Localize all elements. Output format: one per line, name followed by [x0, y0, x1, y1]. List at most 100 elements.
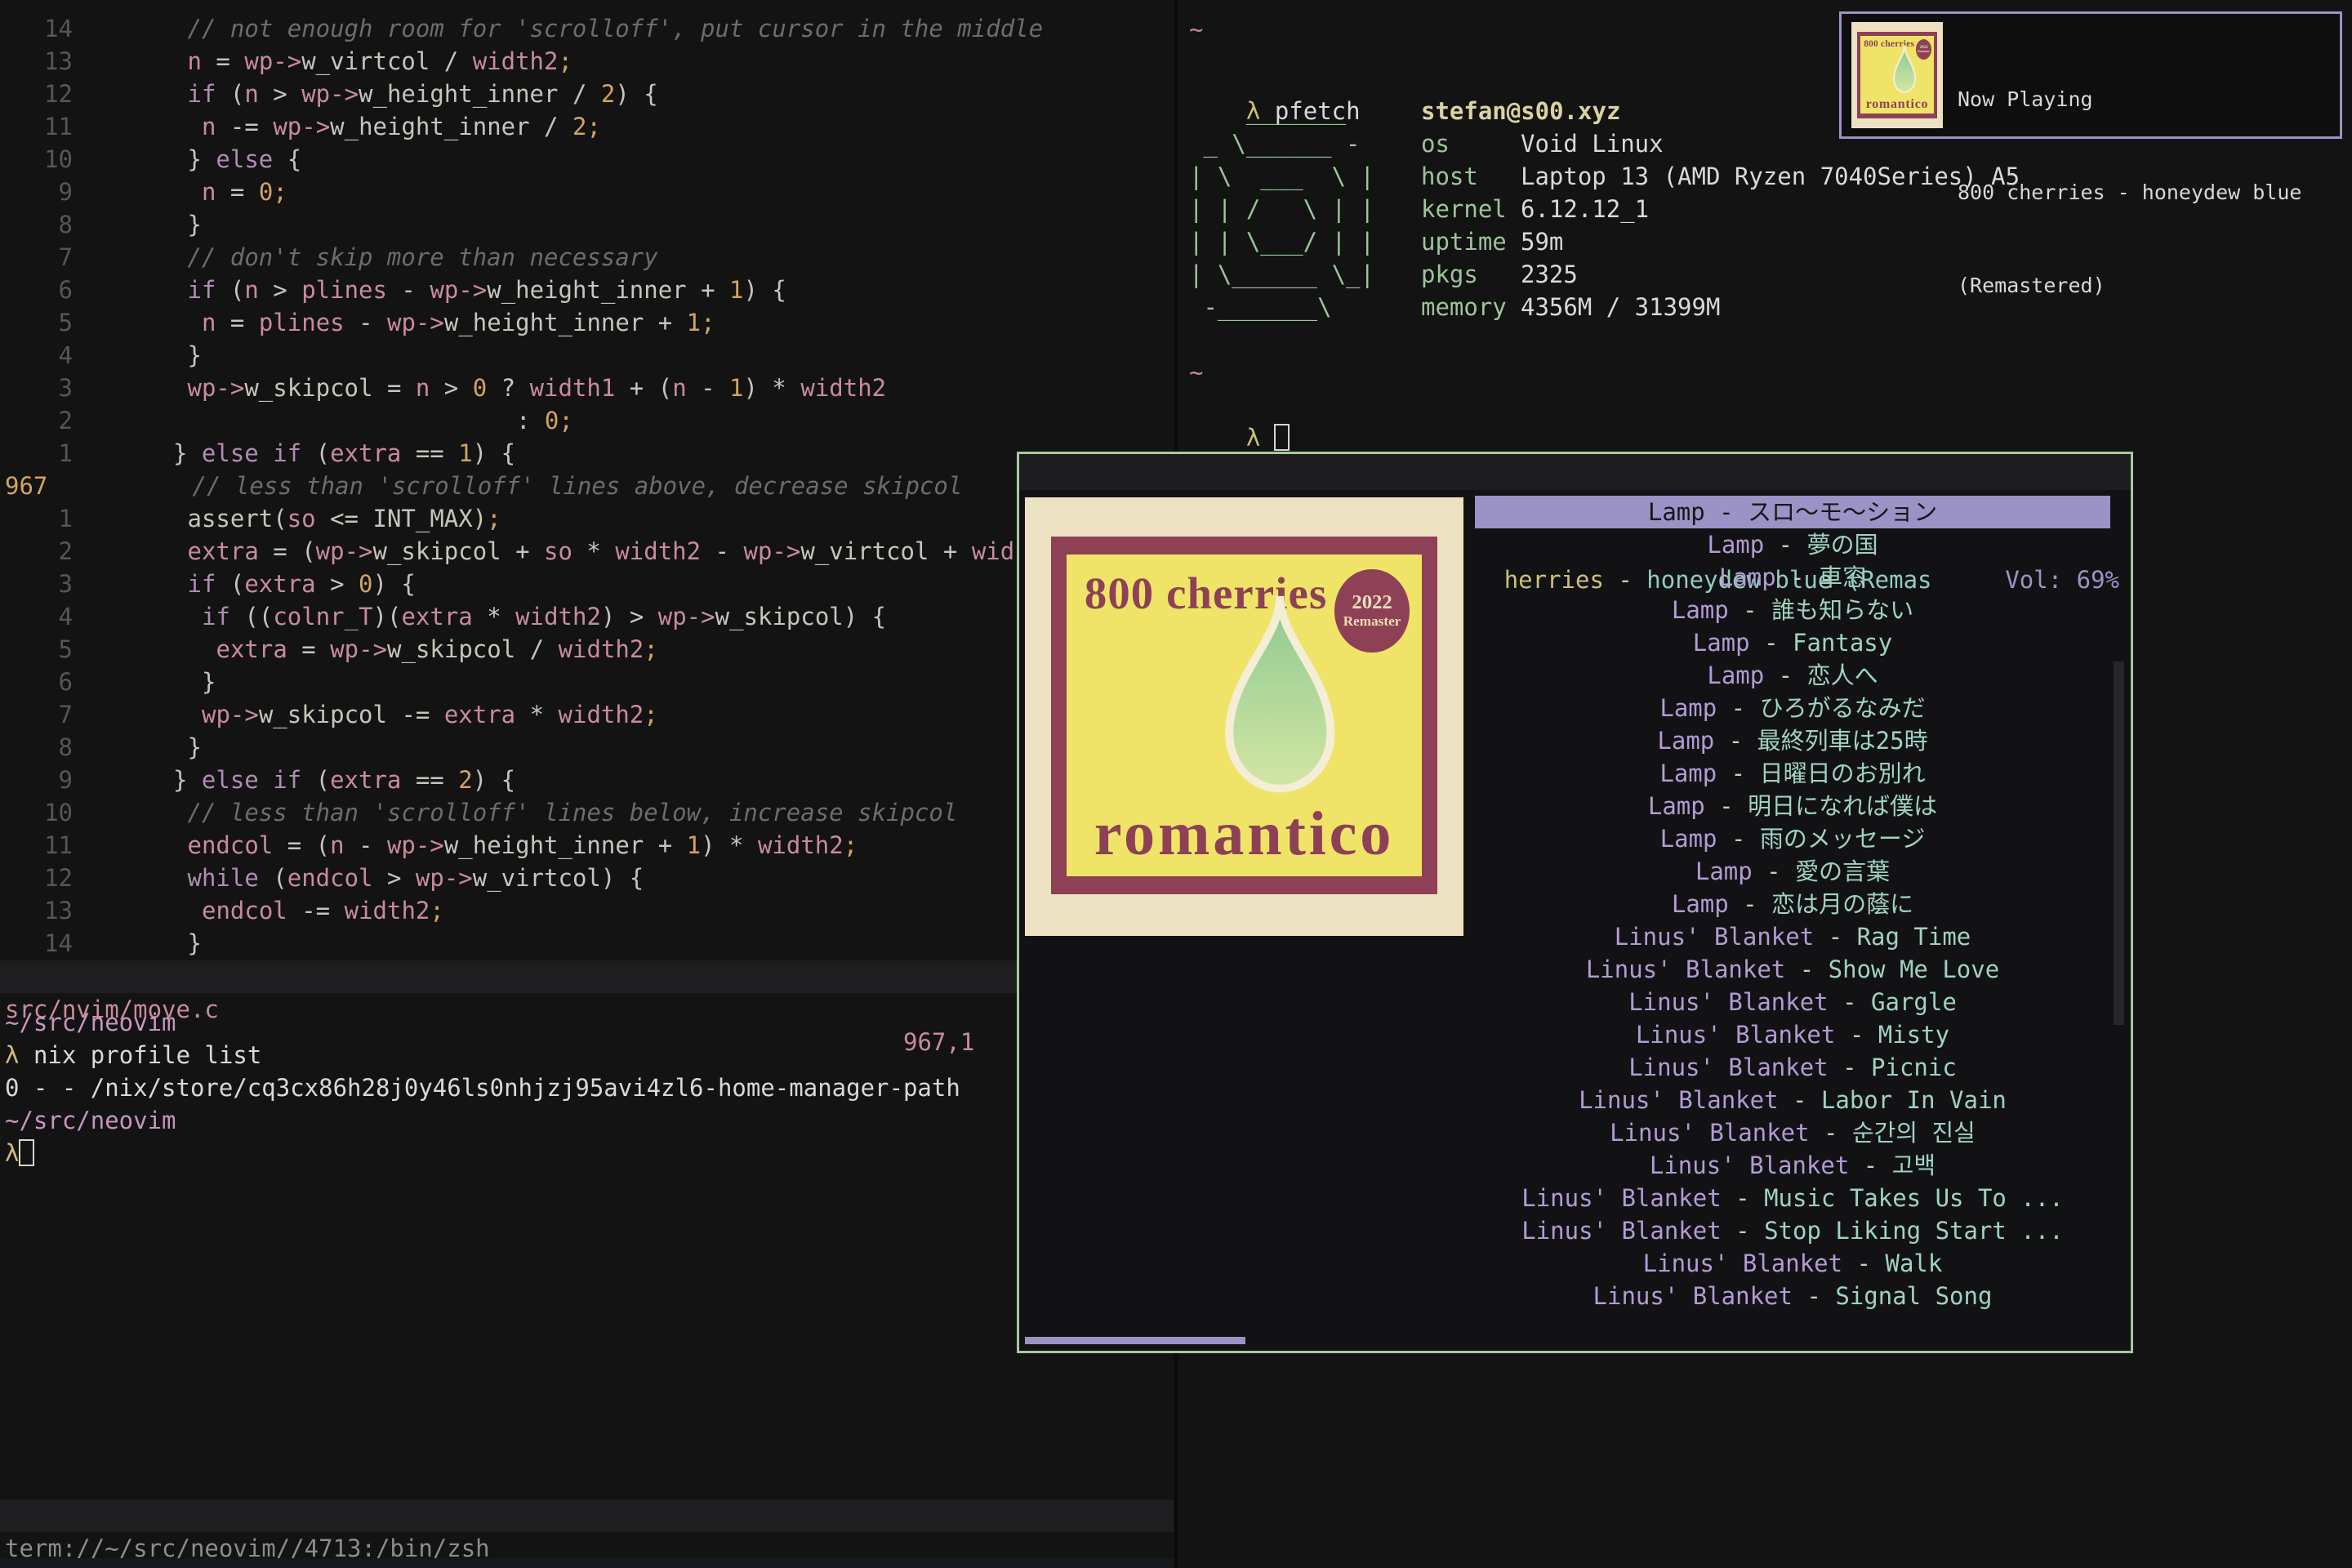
code-line[interactable]: 14// not enough room for 'scrolloff', pu…	[0, 12, 1174, 45]
track-row[interactable]: Lamp - 夢の国	[1475, 528, 2110, 561]
code-line[interactable]: 2extra = (wp->w_skipcol + so * width2 - …	[0, 535, 1174, 568]
line-number: 12	[0, 78, 73, 110]
track-row[interactable]: Linus' Blanket - Misty	[1475, 1018, 2110, 1051]
track-row[interactable]: Lamp - 誰も知らない	[1475, 594, 2110, 626]
code-line[interactable]: 9n = 0;	[0, 176, 1174, 208]
track-row[interactable]: Lamp - 雨のメッセージ	[1475, 822, 2110, 855]
pfetch-info: osVoid LinuxhostLaptop 13 (AMD Ryzen 704…	[1421, 127, 2020, 323]
track-row[interactable]: Lamp - スロ〜モ〜ション	[1475, 496, 2110, 528]
code-line[interactable]: 7// don't skip more than necessary	[0, 241, 1174, 274]
line-number: 13	[0, 45, 73, 78]
line-number: 2	[0, 404, 73, 437]
track-row[interactable]: Lamp - 明日になれば僕は	[1475, 790, 2110, 822]
code-line[interactable]: 1assert(so <= INT_MAX);	[0, 502, 1174, 535]
code-line[interactable]: 12if (n > wp->w_height_inner / 2) {	[0, 78, 1174, 110]
line-number: 14	[0, 12, 73, 45]
player-header: [Playing] herries - honeydew blue (Remas…	[1019, 454, 2131, 490]
album-art-thumbnail: 800 cherries 2022 Remaster	[1851, 22, 1943, 128]
code-line[interactable]: 6if (n > plines - wp->w_height_inner + 1…	[0, 274, 1174, 306]
track-row[interactable]: Lamp - Fantasy	[1475, 626, 2110, 659]
line-number: 7	[0, 241, 73, 274]
track-row[interactable]: Linus' Blanket - Labor In Vain	[1475, 1084, 2110, 1116]
track-row[interactable]: Linus' Blanket - Show Me Love	[1475, 953, 2110, 986]
track-row[interactable]: Lamp - 恋は月の蔭に	[1475, 888, 2110, 920]
pfetch-row: uptime59m	[1421, 225, 2020, 258]
code-line[interactable]: 13n = wp->w_virtcol / width2;	[0, 45, 1174, 78]
pfetch-void-logo: _______ _ \______ - | \ ___ \ | | | / \ …	[1189, 95, 1374, 323]
line-number: 6	[0, 274, 73, 306]
album-field: 800 cherries 2022 Remaster	[1860, 36, 1935, 114]
code-line[interactable]: 12while (endcol > wp->w_virtcol) {	[0, 862, 1174, 894]
code-line[interactable]: 3wp->w_skipcol = n > 0 ? width1 + (n - 1…	[0, 372, 1174, 404]
code-line[interactable]: 8}	[0, 731, 1174, 764]
code-line[interactable]: 2: 0;	[0, 404, 1174, 437]
shell-prompt: λ	[5, 1041, 19, 1069]
code-line[interactable]: 11n -= wp->w_height_inner / 2;	[0, 110, 1174, 143]
shell-prompt: λ	[5, 1139, 19, 1167]
album-title-text: romantico	[1067, 799, 1422, 870]
track-row[interactable]: Linus' Blanket - Walk	[1475, 1247, 2110, 1280]
cwd-path: ~	[1189, 13, 1203, 46]
code-line[interactable]: 4}	[0, 339, 1174, 372]
track-progress-bar[interactable]	[1025, 1337, 1245, 1344]
now-playing-notification[interactable]: 800 cherries 2022 Remaster	[1839, 11, 2342, 139]
track-row[interactable]: Linus' Blanket - Stop Liking Start ...	[1475, 1214, 2110, 1247]
code-line[interactable]: 6}	[0, 666, 1174, 698]
code-line[interactable]: 14}	[0, 927, 1174, 960]
track-row[interactable]: Lamp - ひろがるなみだ	[1475, 692, 2110, 724]
notification-title: Now Playing	[1958, 84, 2301, 115]
line-number: 4	[0, 600, 73, 633]
code-line[interactable]: 5n = plines - wp->w_height_inner + 1;	[0, 306, 1174, 339]
line-number: 8	[0, 208, 73, 241]
code-line[interactable]: 13endcol -= width2;	[0, 894, 1174, 927]
code-line[interactable]: 1} else if (extra == 1) {	[0, 437, 1174, 470]
terminal-cursor[interactable]	[1274, 424, 1290, 451]
track-row[interactable]: Linus' Blanket - Gargle	[1475, 986, 2110, 1018]
code-line[interactable]: 8}	[0, 208, 1174, 241]
track-row[interactable]: Lamp - 車窓	[1475, 561, 2110, 594]
line-number: 1	[0, 502, 73, 535]
code-line[interactable]: 4if ((colnr_T)(extra * width2) > wp->w_s…	[0, 600, 1174, 633]
code-buffer[interactable]: 14// not enough room for 'scrolloff', pu…	[0, 12, 1174, 960]
pfetch-row: hostLaptop 13 (AMD Ryzen 7040Series) A5	[1421, 160, 2020, 193]
code-line[interactable]: 10} else {	[0, 143, 1174, 176]
track-row[interactable]: Lamp - 日曜日のお別れ	[1475, 757, 2110, 790]
track-row[interactable]: Lamp - 愛の言葉	[1475, 855, 2110, 888]
line-number: 4	[0, 339, 73, 372]
music-player-window[interactable]: [Playing] herries - honeydew blue (Remas…	[1017, 452, 2133, 1353]
notification-detail: (Remastered)	[1958, 270, 2301, 301]
cwd-path: ~/src/neovim	[5, 1009, 176, 1036]
code-line[interactable]: 10// less than 'scrolloff' lines below, …	[0, 796, 1174, 829]
track-row[interactable]: Linus' Blanket - Rag Time	[1475, 920, 2110, 953]
pfetch-user-host: stefan@s00.xyz	[1421, 95, 1620, 127]
album-field: 800 cherries 2022 Remaster romantico	[1067, 555, 1422, 876]
track-row[interactable]: Lamp - 恋人へ	[1475, 659, 2110, 692]
line-number: 5	[0, 306, 73, 339]
track-row[interactable]: Linus' Blanket - Picnic	[1475, 1051, 2110, 1084]
cwd-path: ~	[1189, 356, 1203, 389]
playlist-scrollbar[interactable]	[2114, 662, 2124, 1025]
code-line[interactable]: 7wp->w_skipcol -= extra * width2;	[0, 698, 1174, 731]
track-row[interactable]: Lamp - 最終列車は25時	[1475, 724, 2110, 757]
line-number: 9	[0, 176, 73, 208]
album-title-text: romantico	[1860, 97, 1935, 112]
code-line[interactable]: 5extra = wp->w_skipcol / width2;	[0, 633, 1174, 666]
code-line[interactable]: 11endcol = (n - wp->w_height_inner + 1) …	[0, 829, 1174, 862]
code-line[interactable]: 3if (extra > 0) {	[0, 568, 1174, 600]
terminal-statusline: term://~/src/neovim//4713:/bin/zsh 14,3-…	[0, 1499, 1174, 1532]
embedded-terminal[interactable]: ~/src/neovim λnix profile list 0 - - /ni…	[5, 1006, 960, 1169]
track-row[interactable]: Linus' Blanket - Signal Song	[1475, 1280, 2110, 1312]
code-line[interactable]: 967// less than 'scrolloff' lines above,…	[0, 470, 1174, 502]
line-number: 8	[0, 731, 73, 764]
track-row[interactable]: Linus' Blanket - 고백	[1475, 1149, 2110, 1182]
line-number: 9	[0, 764, 73, 796]
line-number: 5	[0, 633, 73, 666]
shell-prompt: λ	[1246, 424, 1260, 452]
terminal-cursor[interactable]	[19, 1139, 34, 1166]
code-line[interactable]: 9} else if (extra == 2) {	[0, 764, 1174, 796]
teardrop-icon	[1889, 44, 1920, 96]
track-row[interactable]: Linus' Blanket - Music Takes Us To ...	[1475, 1182, 2110, 1214]
track-row[interactable]: Linus' Blanket - 순간의 진실	[1475, 1116, 2110, 1149]
pfetch-row: memory4356M / 31399M	[1421, 291, 2020, 323]
line-number: 10	[0, 143, 73, 176]
